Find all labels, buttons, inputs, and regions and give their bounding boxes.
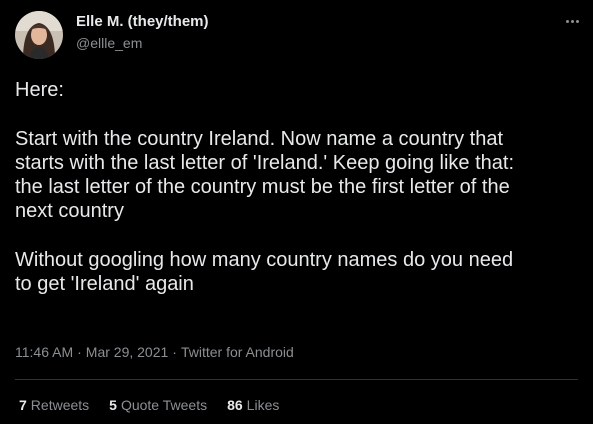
more-options-icon[interactable] (559, 14, 585, 28)
more-dot (565, 19, 569, 23)
quote-tweets-stat[interactable]: 5 Quote Tweets (109, 397, 207, 413)
tweet-metadata: 11:46 AM · Mar 29, 2021 · Twitter for Androi… (15, 344, 294, 360)
retweets-stat[interactable]: 7 Retweets (19, 397, 89, 413)
tweet-date[interactable]: Mar 29, 2021 (86, 344, 169, 360)
more-dot (575, 19, 579, 23)
engagement-stats: 7 Retweets 5 Quote Tweets 86 Likes (19, 397, 279, 413)
tweet-text: Here: Start with the country Ireland. No… (15, 79, 515, 296)
divider (15, 379, 578, 380)
meta-separator: · (172, 344, 177, 360)
likes-stat[interactable]: 86 Likes (227, 397, 279, 413)
retweets-count: 7 (19, 397, 27, 413)
retweets-label: Retweets (30, 397, 90, 413)
more-dot (570, 19, 574, 23)
avatar[interactable] (15, 11, 63, 59)
quote-tweets-label: Quote Tweets (120, 397, 208, 413)
likes-count: 86 (227, 397, 243, 413)
author-handle[interactable]: @ellle_em (76, 35, 142, 51)
meta-separator: · (77, 344, 82, 360)
tweet-detail: Elle M. (they/them) @ellle_em Here: Star… (0, 0, 593, 424)
avatar-image (15, 11, 63, 59)
likes-label: Likes (246, 397, 280, 413)
tweet-source-link[interactable]: Twitter for Android (181, 344, 294, 360)
author-name[interactable]: Elle M. (they/them) (76, 13, 209, 30)
quote-tweets-count: 5 (109, 397, 117, 413)
tweet-time[interactable]: 11:46 AM (15, 344, 73, 360)
